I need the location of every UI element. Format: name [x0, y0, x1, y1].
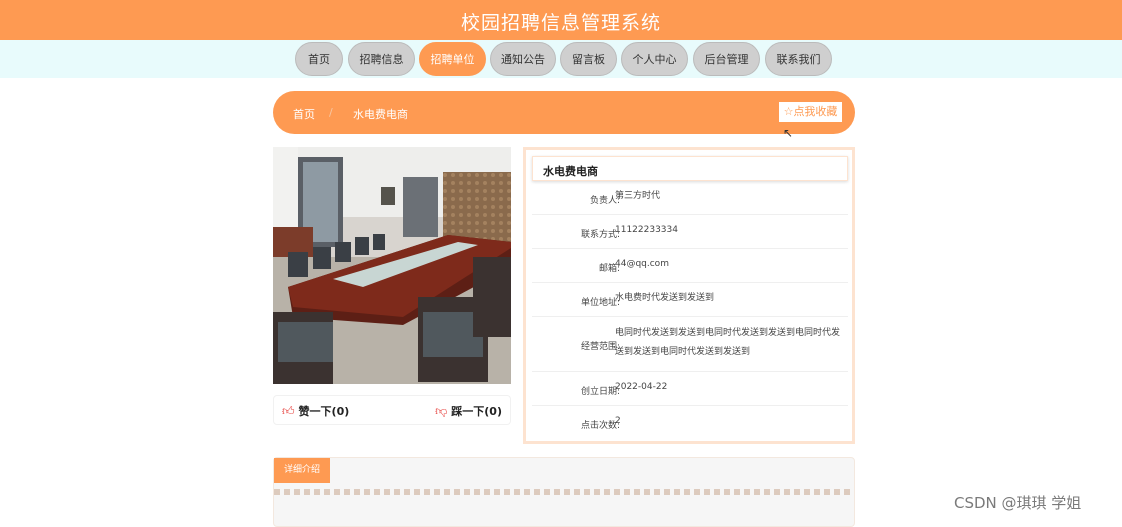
info-row-phone: 联系方式: 11122233334 — [532, 215, 848, 249]
dislike-button[interactable]: 👎︎ 踩一下(0) — [435, 403, 502, 419]
detail-section: 详细介绍 — [273, 457, 855, 527]
info-row-click-count: 点击次数: 2 — [532, 406, 848, 440]
info-row-business-scope: 经营范围: 电同时代发送到发送到电同时代发送到发送到电同时代发送到发送到电同时代… — [532, 317, 848, 372]
mouse-cursor-icon: ↖ — [783, 126, 794, 140]
info-row-founded-date: 创立日期: 2022-04-22 — [532, 372, 848, 406]
info-row-address: 单位地址: 水电费时代发送到发送到 — [532, 283, 848, 317]
nav-item-home[interactable]: 首页 — [295, 42, 343, 76]
nav-item-contact[interactable]: 联系我们 — [765, 42, 832, 76]
site-title: 校园招聘信息管理系统 — [460, 12, 661, 34]
info-value: 水电费时代发送到发送到 — [615, 293, 715, 303]
nav-item-profile[interactable]: 个人中心 — [621, 42, 688, 76]
info-label: 联系方式: — [580, 230, 620, 240]
dislike-label: 踩一下(0) — [451, 405, 502, 418]
nav-item-admin[interactable]: 后台管理 — [693, 42, 760, 76]
nav-item-jobs[interactable]: 招聘信息 — [348, 42, 415, 76]
tab-detail-intro[interactable]: 详细介绍 — [274, 458, 330, 483]
info-value: 第三方时代 — [615, 191, 661, 201]
thumbs-down-icon: 👎︎ — [435, 404, 448, 418]
info-value: 2 — [615, 416, 621, 426]
company-photo — [273, 147, 511, 384]
breadcrumb: 首页 / 水电费电商 ☆点我收藏 — [273, 91, 855, 134]
nav-item-messages[interactable]: 留言板 — [560, 42, 617, 76]
company-name: 水电费电商 — [532, 156, 848, 181]
meeting-room-illustration — [273, 147, 511, 384]
company-info-panel: 水电费电商 负责人: 第三方时代 联系方式: 11122233334 邮箱: 4… — [523, 147, 855, 444]
info-value: 11122233334 — [615, 225, 678, 235]
info-label: 点击次数: — [580, 421, 620, 431]
info-row-email: 邮箱: 44@qq.com — [532, 249, 848, 283]
info-label: 负责人: — [589, 196, 620, 206]
like-bar: 👍︎ 赞一下(0) 👎︎ 踩一下(0) — [273, 395, 511, 425]
star-outline-icon: ☆ — [783, 105, 794, 118]
info-label: 单位地址: — [580, 298, 620, 308]
info-label: 邮箱: — [598, 264, 620, 274]
header-bar: 校园招聘信息管理系统 — [0, 0, 1122, 40]
info-label: 经营范围: — [580, 342, 620, 352]
favorite-button[interactable]: ☆点我收藏 — [778, 101, 843, 123]
favorite-label: 点我收藏 — [793, 105, 838, 118]
detail-text-preview — [274, 489, 854, 495]
breadcrumb-home[interactable]: 首页 — [293, 106, 315, 122]
breadcrumb-separator: / — [329, 106, 333, 119]
info-value: 电同时代发送到发送到电同时代发送到发送到电同时代发送到发送到电同时代发送到发送到 — [615, 328, 841, 357]
like-button[interactable]: 👍︎ 赞一下(0) — [282, 403, 349, 419]
thumbs-up-icon: 👍︎ — [282, 404, 295, 418]
watermark: CSDN @琪琪 学姐 — [954, 494, 1082, 512]
breadcrumb-current: 水电费电商 — [353, 108, 408, 121]
nav-item-companies[interactable]: 招聘单位 — [419, 42, 486, 76]
like-label: 赞一下(0) — [298, 405, 350, 418]
info-label: 创立日期: — [580, 387, 620, 397]
info-value: 2022-04-22 — [615, 382, 668, 392]
info-row-contact-person: 负责人: 第三方时代 — [532, 181, 848, 215]
nav-item-notices[interactable]: 通知公告 — [490, 42, 556, 76]
info-value: 44@qq.com — [615, 259, 669, 269]
